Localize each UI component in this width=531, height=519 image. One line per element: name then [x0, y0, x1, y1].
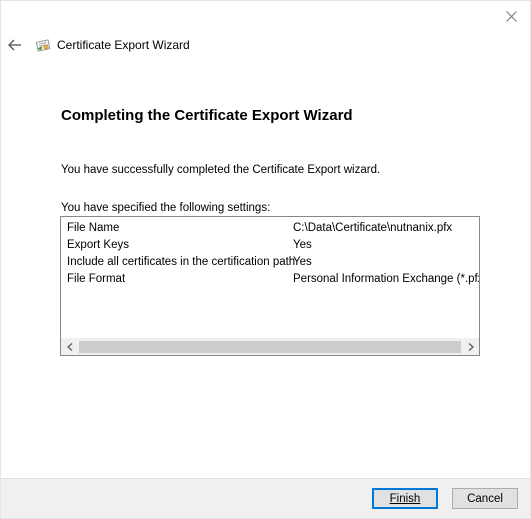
- settings-value: Yes: [293, 256, 312, 268]
- settings-value: C:\Data\Certificate\nutnanix.pfx: [293, 222, 453, 234]
- certificate-icon: [35, 39, 51, 52]
- chevron-left-icon: [66, 343, 72, 351]
- finish-button[interactable]: Finish: [372, 488, 438, 509]
- cancel-button[interactable]: Cancel: [452, 488, 518, 509]
- settings-key: Include all certificates in the certific…: [67, 256, 296, 268]
- settings-row-file-name: File Name C:\Data\Certificate\nutnanix.p…: [61, 221, 479, 238]
- settings-value: Personal Information Exchange (*.pfx): [293, 273, 480, 285]
- close-icon: [505, 10, 517, 22]
- back-arrow-icon: [8, 39, 21, 51]
- settings-list[interactable]: File Name C:\Data\Certificate\nutnanix.p…: [60, 216, 480, 356]
- settings-row-file-format: File Format Personal Information Exchang…: [61, 272, 479, 289]
- button-bar: Finish Cancel: [1, 478, 530, 518]
- close-button[interactable]: [498, 5, 524, 27]
- settings-row-include-certs: Include all certificates in the certific…: [61, 255, 479, 272]
- success-message: You have successfully completed the Cert…: [61, 164, 381, 176]
- scroll-right-button[interactable]: [462, 339, 479, 355]
- wizard-title: Certificate Export Wizard: [57, 38, 190, 52]
- settings-value: Yes: [293, 239, 312, 251]
- finish-button-label: Finish: [389, 492, 421, 505]
- wizard-header: Certificate Export Wizard: [1, 34, 530, 56]
- settings-key: File Format: [67, 273, 126, 285]
- scroll-left-button[interactable]: [61, 339, 78, 355]
- cancel-button-label: Cancel: [467, 492, 503, 505]
- settings-key: Export Keys: [67, 239, 129, 251]
- wizard-window: Certificate Export Wizard Completing the…: [0, 0, 531, 519]
- back-button[interactable]: [5, 34, 25, 56]
- chevron-right-icon: [468, 343, 474, 351]
- page-title: Completing the Certificate Export Wizard: [61, 107, 353, 124]
- settings-label: You have specified the following setting…: [61, 202, 271, 214]
- settings-key: File Name: [67, 222, 120, 234]
- settings-row-export-keys: Export Keys Yes: [61, 238, 479, 255]
- scroll-thumb[interactable]: [79, 341, 461, 353]
- horizontal-scrollbar[interactable]: [61, 338, 479, 355]
